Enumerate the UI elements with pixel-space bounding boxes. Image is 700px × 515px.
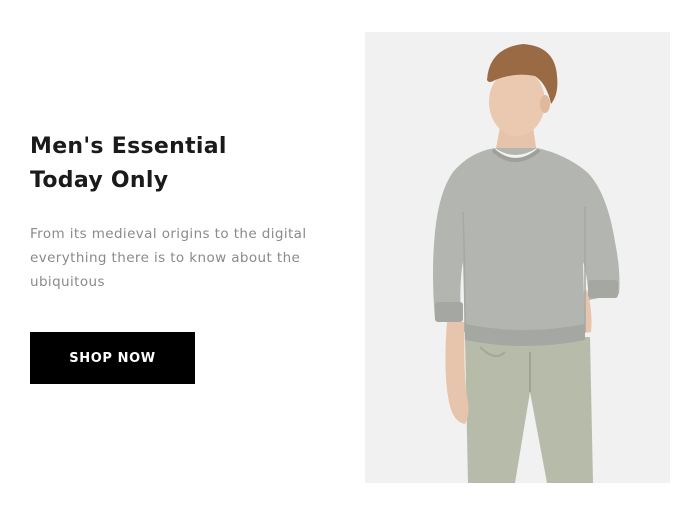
- promo-text-block: Men's Essential Today Only From its medi…: [30, 130, 330, 294]
- shop-now-button[interactable]: SHOP NOW: [30, 332, 195, 384]
- promo-title: Men's Essential Today Only: [30, 130, 330, 198]
- promo-title-line-1: Men's Essential: [30, 134, 227, 159]
- man-in-grey-sweatshirt-photo: [365, 32, 670, 483]
- promo-banner: Men's Essential Today Only From its medi…: [0, 0, 700, 515]
- product-image: [365, 32, 670, 483]
- promo-title-line-2: Today Only: [30, 168, 169, 193]
- promo-description: From its medieval origins to the digital…: [30, 226, 307, 290]
